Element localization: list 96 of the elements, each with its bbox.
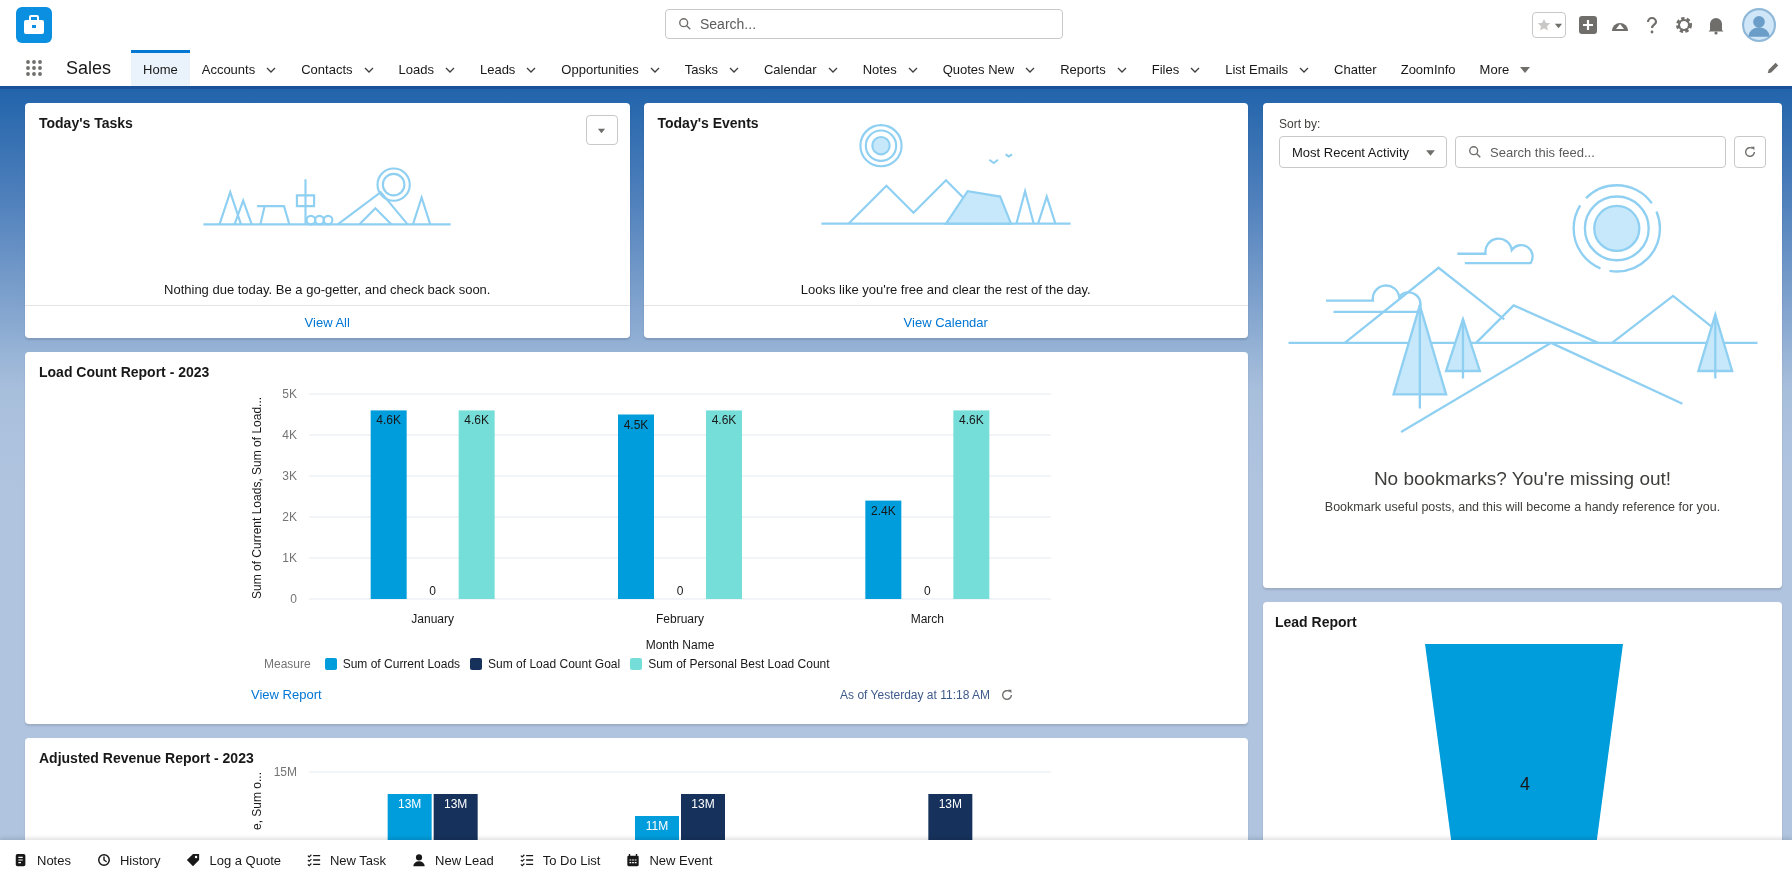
axis-tick-label: 2K <box>282 510 297 524</box>
data-label: 11M <box>645 819 669 833</box>
data-label: 13M <box>444 797 468 811</box>
data-label: 0 <box>924 584 931 598</box>
view-report-link[interactable]: View Report <box>251 687 322 702</box>
notes-icon <box>15 853 26 867</box>
app-launcher-icon[interactable] <box>24 58 44 78</box>
add-icon[interactable] <box>1578 15 1598 35</box>
chart-bar[interactable] <box>433 794 478 840</box>
checklist-icon <box>519 854 534 867</box>
nav-tab[interactable]: Loads <box>386 50 468 86</box>
utility-item[interactable]: New Task <box>307 852 387 868</box>
nav-tab[interactable]: Opportunities <box>549 50 673 86</box>
data-label: 13M <box>691 797 715 811</box>
star-icon <box>1537 18 1551 32</box>
x-axis-title: Month Name <box>645 638 715 652</box>
utility-item[interactable]: History <box>96 852 161 868</box>
utility-item[interactable]: Notes <box>14 852 71 868</box>
sort-dropdown[interactable]: Most Recent Activity <box>1279 136 1447 168</box>
axis-tick-label: 1K <box>282 551 297 565</box>
empty-message: Nothing due today. Be a go-getter, and check back soon. <box>163 282 492 297</box>
nav-tab[interactable]: Quotes New <box>930 50 1049 86</box>
nav-tab[interactable]: Leads <box>467 50 550 86</box>
more-tab[interactable]: More <box>1467 50 1544 86</box>
utility-item[interactable]: New Lead <box>412 852 494 868</box>
settings-icon[interactable] <box>1674 15 1694 35</box>
checklist-icon <box>307 854 321 867</box>
view-all-link[interactable]: View All <box>304 314 350 330</box>
funnel-value: 4 <box>1519 774 1531 795</box>
card-title: Today's Tasks <box>39 115 133 131</box>
refresh-icon[interactable] <box>1000 687 1014 702</box>
notification-bell-icon[interactable] <box>1706 15 1726 35</box>
view-calendar-link[interactable]: View Calendar <box>903 314 988 330</box>
nav-tab[interactable]: Contacts <box>289 50 387 86</box>
data-label: 13M <box>938 797 962 811</box>
legend-label: Sum of Current Loads <box>342 657 461 671</box>
briefcase-logo-icon[interactable] <box>16 7 52 43</box>
nav-tab[interactable]: Accounts <box>189 50 290 86</box>
timestamp: As of Yesterday at 11:18 AM <box>840 687 990 702</box>
data-label: 4.6K <box>464 413 489 428</box>
axis-tick-label: 5K <box>282 387 297 401</box>
data-label: 4.6K <box>959 413 984 428</box>
y-axis-title: Sum of Current Loads, Sum of Load... <box>250 396 264 599</box>
nav-tab[interactable]: Files <box>1139 50 1214 86</box>
search-icon <box>678 17 692 31</box>
app-name: Sales <box>66 57 112 79</box>
calendar-icon <box>627 853 640 867</box>
empty-state-title: No bookmarks? You're missing out! <box>1372 468 1673 490</box>
y-axis-title: e, Sum o... <box>250 771 264 830</box>
empty-message: Looks like you're free and clear the rest of the day. <box>799 282 1092 297</box>
axis-tick-label: 15M <box>273 765 297 779</box>
refresh-button[interactable] <box>1734 136 1766 168</box>
category-label: February <box>656 612 704 626</box>
nav-tab[interactable]: ZoomInfo <box>1388 50 1468 86</box>
nav-tab[interactable]: Calendar <box>751 50 851 86</box>
tag-icon <box>187 853 200 867</box>
legend-title: Measure <box>264 657 311 671</box>
empty-state-text: Bookmark useful posts, and this will become a handy reference for you. <box>1323 500 1722 514</box>
card-title: Adjusted Revenue Report - 2023 <box>39 750 255 766</box>
axis-tick-label: 3K <box>282 469 297 483</box>
data-label: 4.6K <box>711 413 737 428</box>
data-label: 0 <box>429 584 436 598</box>
chart-bar[interactable] <box>681 794 725 840</box>
search-icon <box>1468 145 1482 159</box>
card-title: Load Count Report - 2023 <box>39 364 211 380</box>
refresh-icon <box>1743 145 1757 159</box>
category-label: March <box>910 612 944 626</box>
nav-tab[interactable]: Home <box>131 50 190 86</box>
nav-tab[interactable]: Notes <box>850 50 931 86</box>
data-label: 0 <box>676 584 684 598</box>
utility-item[interactable]: To Do List <box>519 852 601 868</box>
utility-item[interactable]: New Event <box>626 852 713 868</box>
data-label: 4.6K <box>376 413 401 428</box>
data-label: 4.5K <box>623 417 649 432</box>
avatar-icon[interactable] <box>1742 8 1776 42</box>
legend-label: Sum of Personal Best Load Count <box>648 657 830 671</box>
global-search-field[interactable]: Search... <box>665 9 1063 39</box>
card-title: Today's Events <box>657 115 759 131</box>
person-icon <box>413 854 425 867</box>
sort-label: Sort by: <box>1279 117 1322 131</box>
feed-search-field[interactable]: Search this feed... <box>1455 136 1726 168</box>
legend-label: Sum of Load Count Goal <box>488 657 621 671</box>
axis-tick-label: 4K <box>282 428 297 442</box>
clock-icon <box>97 854 110 866</box>
edit-pencil-icon[interactable] <box>1766 61 1780 75</box>
nav-tab[interactable]: List Emails <box>1213 50 1323 86</box>
data-label: 13M <box>398 797 422 811</box>
data-label: 2.4K <box>871 503 896 518</box>
nav-tab[interactable]: Chatter <box>1322 50 1389 86</box>
nav-tab[interactable]: Tasks <box>672 50 752 86</box>
card-title: Lead Report <box>1275 614 1358 630</box>
category-label: January <box>411 612 454 626</box>
nav-tab[interactable]: Reports <box>1048 50 1140 86</box>
utility-item[interactable]: Log a Quote <box>186 852 281 868</box>
axis-tick-label: 0 <box>290 592 297 606</box>
chart-bar[interactable] <box>928 794 973 840</box>
